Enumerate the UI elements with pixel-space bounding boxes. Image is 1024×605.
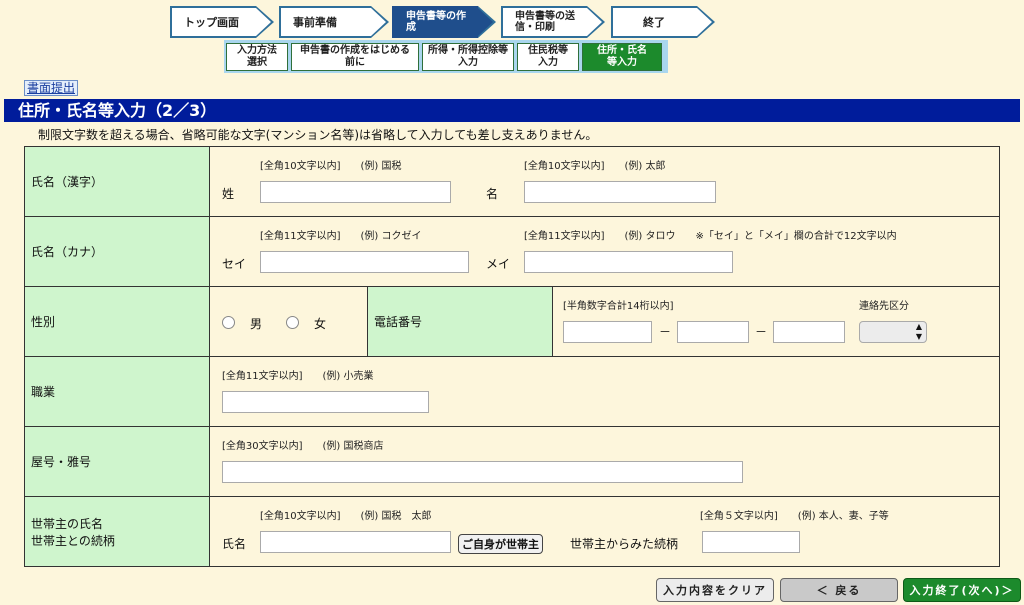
- contact-type-label: 連絡先区分: [859, 301, 909, 312]
- sei-label: 姓: [222, 187, 235, 201]
- sei-kana-label: セイ: [222, 257, 247, 271]
- row-label: 性別: [24, 286, 210, 357]
- hint-text: [全角10文字以内] (例) 国税: [260, 161, 402, 172]
- hint-text: [全角11文字以内] (例) タロウ ※「セイ」と「メイ」欄の合計で12文字以内: [524, 231, 897, 242]
- step-label: 終了: [643, 16, 665, 29]
- substep-label: 住所・氏名等入力: [597, 45, 647, 68]
- step-label: 申告書等の送信・印刷: [515, 11, 575, 33]
- hint-text: [全角11文字以内] (例) 小売業: [222, 371, 374, 382]
- phone-label-cell: 電話番号: [367, 286, 553, 357]
- row-label: 氏名（カナ）: [24, 216, 210, 287]
- hint-text: [全角11文字以内] (例) コクゼイ: [260, 231, 422, 242]
- hint-text: [全角５文字以内] (例) 本人、妻、子等: [700, 511, 889, 522]
- yago-label: 屋号・雅号: [31, 455, 92, 469]
- substep-address: 住所・氏名等入力: [582, 43, 662, 71]
- step-end: 終了: [611, 6, 715, 38]
- yago-input[interactable]: [222, 461, 743, 483]
- back-button[interactable]: ＜ 戻る: [780, 578, 898, 602]
- last-name-kanji-input[interactable]: [260, 181, 451, 203]
- phone-label: 電話番号: [374, 315, 423, 329]
- step-create: 申告書等の作成: [392, 6, 496, 38]
- contact-type-select[interactable]: ▲ ▼: [859, 321, 927, 343]
- gender-label: 性別: [31, 315, 56, 329]
- male-radio[interactable]: [222, 316, 235, 329]
- householder-name-label: 世帯主の氏名: [31, 516, 104, 531]
- mei-label: 名: [486, 187, 499, 201]
- substep-before: 申告書の作成をはじめる前に: [291, 43, 419, 71]
- step-top: トップ画面: [170, 6, 274, 38]
- form-table: 氏名（漢字） [全角10文字以内] (例) 国税 [全角10文字以内] (例) …: [24, 146, 1000, 567]
- male-label: 男: [250, 317, 263, 331]
- substep-method: 入力方法選択: [226, 43, 288, 71]
- householder-name-input[interactable]: [260, 531, 451, 553]
- substep-label: 住民税等入力: [528, 45, 568, 68]
- step-label: 事前準備: [293, 16, 337, 29]
- hint-text: [全角10文字以内] (例) 国税 太郎: [260, 511, 432, 522]
- kana-label: 氏名（カナ）: [31, 245, 104, 259]
- notice-text: 制限文字数を超える場合、省略可能な文字(マンション名等)は省略して入力しても差し…: [38, 128, 598, 142]
- row-label: 世帯主の氏名 世帯主との続柄: [24, 496, 210, 567]
- mei-kana-label: メイ: [486, 257, 511, 271]
- row-label: 職業: [24, 356, 210, 427]
- first-name-kana-input[interactable]: [524, 251, 733, 273]
- phone-input-1[interactable]: [563, 321, 652, 343]
- page-title: 住所・氏名等入力（2／3）: [4, 99, 1020, 122]
- step-send: 申告書等の送信・印刷: [501, 6, 605, 38]
- phone-input-2[interactable]: [677, 321, 749, 343]
- relation-input[interactable]: [702, 531, 800, 553]
- step-label: トップ画面: [184, 16, 239, 29]
- substep-label: 申告書の作成をはじめる前に: [300, 45, 410, 68]
- householder-name-field-label: 氏名: [222, 537, 247, 551]
- last-name-kana-input[interactable]: [260, 251, 469, 273]
- self-householder-button[interactable]: ご自身が世帯主: [458, 534, 543, 554]
- select-arrows-icon: ▲ ▼: [915, 322, 922, 341]
- female-radio[interactable]: [286, 316, 299, 329]
- relation-field-label: 世帯主からみた続柄: [570, 537, 679, 551]
- dash: －: [755, 325, 768, 339]
- clear-button[interactable]: 入力内容をクリア: [656, 578, 774, 602]
- female-label: 女: [314, 317, 327, 331]
- kanji-label: 氏名（漢字）: [31, 175, 104, 189]
- row-label: 氏名（漢字）: [24, 146, 210, 217]
- dash: －: [659, 325, 672, 339]
- phone-input-3[interactable]: [773, 321, 845, 343]
- submit-paper-link[interactable]: 書面提出: [24, 80, 79, 96]
- first-name-kanji-input[interactable]: [524, 181, 716, 203]
- step-prep: 事前準備: [279, 6, 389, 38]
- job-input[interactable]: [222, 391, 429, 413]
- hint-text: [全角10文字以内] (例) 太郎: [524, 161, 666, 172]
- job-label: 職業: [31, 385, 56, 399]
- step-label: 申告書等の作成: [406, 11, 466, 33]
- householder-relation-label: 世帯主との続柄: [31, 533, 115, 548]
- substep-label: 入力方法選択: [237, 45, 277, 68]
- hint-text: [半角数字合計14桁以内]: [563, 301, 674, 312]
- substep-label: 所得・所得控除等入力: [428, 45, 508, 68]
- substep-resident: 住民税等入力: [517, 43, 579, 71]
- next-button[interactable]: 入力終了(次へ)＞: [903, 578, 1021, 602]
- substep-income: 所得・所得控除等入力: [422, 43, 514, 71]
- row-label: 屋号・雅号: [24, 426, 210, 497]
- hint-text: [全角30文字以内] (例) 国税商店: [222, 441, 384, 452]
